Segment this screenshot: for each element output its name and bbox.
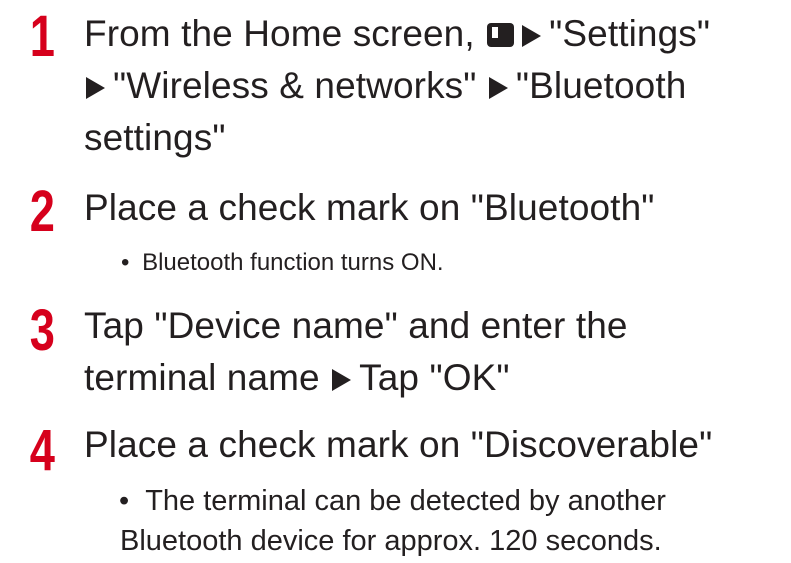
- step-4-bullet-text-1: The terminal can be detected by another: [145, 485, 666, 517]
- arrow-icon: [522, 25, 542, 47]
- step-number-4: 4: [29, 418, 55, 483]
- step-2-bullet-text: Bluetooth function turns ON.: [142, 249, 444, 276]
- step-3-line-1: Tap "Device name" and enter the: [84, 305, 628, 346]
- step-4-bullet-text-2: Bluetooth device for approx. 120 seconds…: [120, 525, 662, 557]
- step-3-tap-ok-text: Tap "OK": [359, 357, 510, 398]
- step-3-terminal-text: terminal name: [84, 357, 320, 398]
- step-2-text: Place a check mark on "Bluetooth": [84, 187, 655, 228]
- arrow-icon: [332, 369, 352, 391]
- step-1-settings-end-text: settings": [84, 117, 226, 158]
- step-number-3: 3: [29, 298, 55, 363]
- arrow-icon: [488, 77, 508, 99]
- step-3-text: Tap "Device name" and enter the terminal…: [84, 300, 784, 404]
- step-number-2: 2: [29, 179, 55, 244]
- menu-key-icon: [487, 23, 515, 47]
- step-1-settings-text: "Settings": [549, 13, 711, 54]
- step-1-bluetooth-text: "Bluetooth: [515, 65, 687, 106]
- step-1-text: From the Home screen, "Settings" "Wirele…: [84, 8, 784, 164]
- step-number-1: 1: [29, 4, 55, 69]
- step-3-line-2: terminal name Tap "OK": [84, 352, 784, 404]
- step-4-bullet-line-2: Bluetooth device for approx. 120 seconds…: [119, 521, 779, 561]
- step-4-text: Place a check mark on "Discoverable": [84, 424, 713, 465]
- step-1-line-2: "Wireless & networks" "Bluetooth: [84, 60, 784, 112]
- step-2-bullet: • Bluetooth function turns ON.: [121, 246, 781, 280]
- bullet-dot: •: [121, 249, 130, 276]
- step-1-line-3: settings": [84, 112, 784, 164]
- step-1-wireless-text: "Wireless & networks": [113, 65, 477, 106]
- step-4-bullet: • The terminal can be detected by anothe…: [119, 481, 779, 561]
- arrow-icon: [86, 77, 105, 99]
- step-4-bullet-line-1: • The terminal can be detected by anothe…: [119, 481, 779, 521]
- bullet-dot: •: [119, 485, 130, 517]
- step-1-line-1: From the Home screen, "Settings": [84, 8, 784, 60]
- step-1-home-text: From the Home screen,: [84, 13, 475, 54]
